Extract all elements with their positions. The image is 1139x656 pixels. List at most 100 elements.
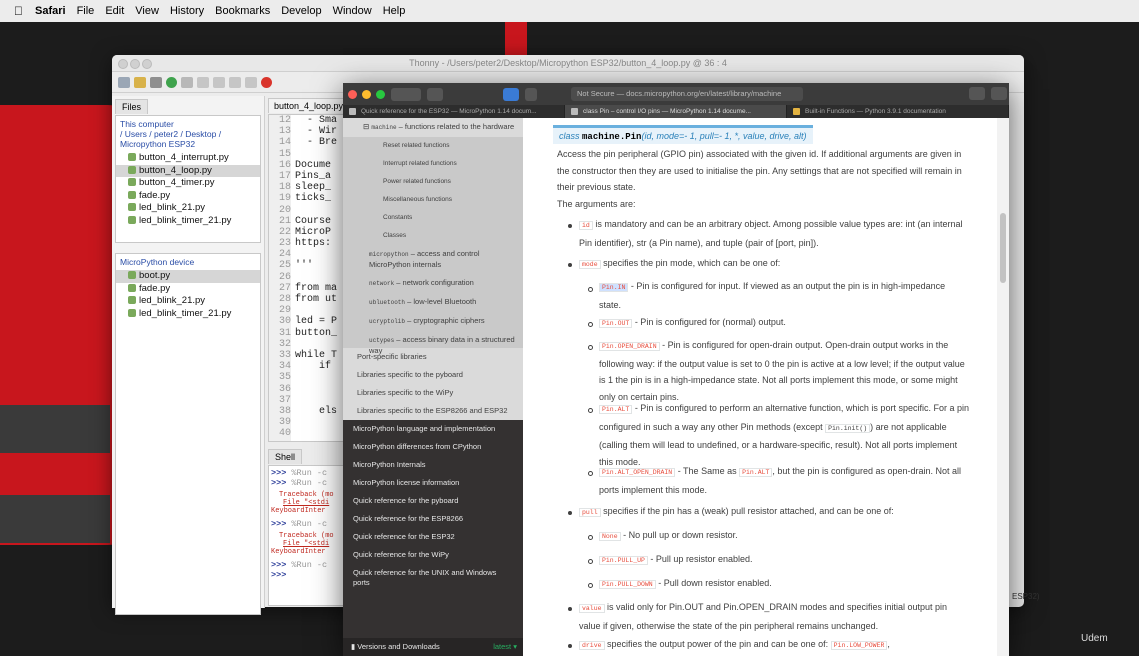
file-item[interactable]: fade.py bbox=[116, 283, 260, 296]
stop-icon[interactable] bbox=[261, 76, 272, 88]
extension-icon[interactable] bbox=[503, 87, 519, 101]
sidebar-expanded-section: ⊟ machine – functions related to the har… bbox=[343, 118, 523, 360]
sidebar-item[interactable]: MicroPython Internals bbox=[343, 456, 523, 474]
version-select[interactable]: latest ▾ bbox=[493, 642, 517, 652]
sidebar-item-classes[interactable]: Classes bbox=[343, 227, 523, 245]
zoom-button[interactable] bbox=[142, 59, 152, 69]
line-number: 24 bbox=[278, 249, 291, 261]
sidebar-item[interactable]: Quick reference for the WiPy bbox=[343, 546, 523, 564]
line-number-gutter: 12 13 14 15 16 17 18 19 20 21 22 23 24 25 26 27 28 29 30 31… bbox=[269, 115, 291, 441]
sidebar-item-machine[interactable]: ⊟ machine – functions related to the har… bbox=[343, 118, 523, 137]
debug-icon[interactable] bbox=[181, 76, 193, 88]
share-icon[interactable] bbox=[969, 87, 985, 100]
sidebar-item-module[interactable]: network – network configuration bbox=[343, 274, 523, 293]
sidebar-item-constants[interactable]: Constants bbox=[343, 209, 523, 227]
apple-icon[interactable]:  bbox=[14, 4, 23, 18]
file-item[interactable]: button_4_interrupt.py bbox=[116, 152, 260, 165]
run-icon[interactable] bbox=[166, 76, 177, 88]
arg-value: value is valid only for Pin.OUT and Pin.… bbox=[579, 602, 948, 631]
close-button[interactable] bbox=[348, 89, 357, 99]
safari-window: Not Secure — docs.micropython.org/en/lat… bbox=[343, 83, 1009, 656]
menu-help[interactable]: Help bbox=[383, 5, 406, 17]
line-number: 29 bbox=[278, 305, 291, 317]
menu-history[interactable]: History bbox=[170, 5, 204, 17]
tabs-overview-icon[interactable] bbox=[991, 87, 1007, 100]
step-out-icon[interactable] bbox=[229, 76, 241, 88]
editor-body[interactable]: 12 13 14 15 16 17 18 19 20 21 22 23 24 25 26 27 28 29 30 31… bbox=[268, 114, 350, 442]
file-item[interactable]: button_4_loop.py bbox=[116, 164, 260, 177]
interpreter-status[interactable]: ESP32) bbox=[1012, 592, 1040, 601]
save-icon[interactable] bbox=[150, 76, 162, 88]
arguments-heading: The arguments are: bbox=[557, 199, 636, 209]
file-item[interactable]: led_blink_21.py bbox=[116, 295, 260, 308]
minimize-button[interactable] bbox=[130, 59, 140, 69]
menu-develop[interactable]: Develop bbox=[281, 5, 321, 17]
code-line: sleep_ bbox=[295, 182, 332, 194]
step-over-icon[interactable] bbox=[197, 76, 209, 88]
sidebar-item-port[interactable]: Libraries specific to the pyboard bbox=[343, 366, 523, 384]
scrollbar-track[interactable] bbox=[997, 118, 1009, 656]
sidebar-item[interactable]: MicroPython language and implementation bbox=[343, 420, 523, 438]
code-text[interactable]: - Sma - Wir - Bre Docume Pins_a sleep_ ticks… bbox=[295, 115, 337, 439]
new-file-icon[interactable] bbox=[118, 76, 130, 88]
sub-bullet bbox=[588, 471, 593, 476]
menu-edit[interactable]: Edit bbox=[105, 5, 124, 17]
sidebar-item-misc[interactable]: Miscellaneous functions bbox=[343, 191, 523, 209]
file-item[interactable]: led_blink_21.py bbox=[116, 202, 260, 215]
code-line: Docume bbox=[295, 159, 332, 171]
file-item[interactable]: fade.py bbox=[116, 190, 260, 203]
sidebar-item-port[interactable]: Libraries specific to the WiPy bbox=[343, 384, 523, 402]
sidebar-item[interactable]: MicroPython differences from CPython bbox=[343, 438, 523, 456]
code-line: - Wir bbox=[295, 126, 338, 138]
bullet bbox=[568, 263, 572, 267]
file-item[interactable]: button_4_timer.py bbox=[116, 177, 260, 190]
bullet bbox=[568, 644, 572, 648]
sidebar-item-reset[interactable]: Reset related functions bbox=[343, 137, 523, 155]
address-bar[interactable]: Not Secure — docs.micropython.org/en/lat… bbox=[571, 87, 803, 101]
sidebar-item[interactable]: Quick reference for the UNIX and Windows… bbox=[343, 564, 523, 592]
background-gray-block bbox=[0, 405, 110, 453]
sidebar-item[interactable]: Quick reference for the ESP32 bbox=[343, 528, 523, 546]
device-header: MicroPython device bbox=[120, 257, 195, 267]
menu-bookmarks[interactable]: Bookmarks bbox=[215, 5, 270, 17]
step-into-icon[interactable] bbox=[213, 76, 225, 88]
resume-icon[interactable] bbox=[245, 76, 257, 88]
sidebar-item-port[interactable]: Libraries specific to the ESP8266 and ES… bbox=[343, 402, 523, 420]
browser-tab-active[interactable]: class Pin – control I/O pins — MicroPyth… bbox=[565, 105, 787, 118]
open-file-icon[interactable] bbox=[134, 76, 146, 88]
sidebar-item-interrupt[interactable]: Interrupt related functions bbox=[343, 155, 523, 173]
menu-window[interactable]: Window bbox=[333, 5, 372, 17]
sidebar-item[interactable]: Quick reference for the pyboard bbox=[343, 492, 523, 510]
close-button[interactable] bbox=[118, 59, 128, 69]
sidebar-item-module[interactable]: ucryptolib – cryptographic ciphers bbox=[343, 312, 523, 331]
minimize-button[interactable] bbox=[362, 89, 371, 99]
sidebar-item-module[interactable]: micropython – access and control MicroPy… bbox=[343, 245, 523, 274]
thonny-title-bar: Thonny - /Users/peter2/Desktop/Micropyth… bbox=[112, 55, 1024, 72]
back-forward-icon[interactable] bbox=[391, 87, 421, 101]
browser-tab[interactable]: Built-in Functions — Python 3.9.1 docume… bbox=[787, 105, 1009, 118]
file-item[interactable]: boot.py bbox=[116, 270, 260, 283]
zoom-button[interactable] bbox=[376, 89, 385, 99]
menu-view[interactable]: View bbox=[135, 5, 159, 17]
sidebar-item-module[interactable]: ubluetooth – low-level Bluetooth bbox=[343, 293, 523, 312]
menu-file[interactable]: File bbox=[77, 5, 95, 17]
shell-tab[interactable]: Shell bbox=[268, 449, 303, 464]
sidebar-item[interactable]: MicroPython license information bbox=[343, 474, 523, 492]
sidebar-icon[interactable] bbox=[427, 87, 443, 101]
mode-open-drain: Pin.OPEN_DRAIN - Pin is configured for o… bbox=[599, 340, 965, 402]
editor-tab[interactable]: button_4_loop.py bbox=[268, 98, 350, 113]
privacy-icon[interactable] bbox=[525, 87, 537, 101]
menu-app-name[interactable]: Safari bbox=[35, 5, 66, 17]
scrollbar-thumb[interactable] bbox=[1000, 213, 1006, 283]
browser-tab[interactable]: Quick reference for the ESP32 — MicroPyt… bbox=[343, 105, 565, 118]
sidebar-item[interactable]: Quick reference for the ESP8266 bbox=[343, 510, 523, 528]
file-item[interactable]: led_blink_timer_21.py bbox=[116, 215, 260, 228]
pull-none: None - No pull up or down resistor. bbox=[599, 527, 738, 546]
sidebar-item-power[interactable]: Power related functions bbox=[343, 173, 523, 191]
versions-bar[interactable]: ▮ Versions and Downloads latest ▾ bbox=[343, 638, 523, 656]
files-tab[interactable]: Files bbox=[115, 99, 149, 114]
file-item[interactable]: led_blink_timer_21.py bbox=[116, 308, 260, 321]
shell-body[interactable]: >>> %Run -c >>> %Run -c Traceback (mo Fi… bbox=[268, 465, 350, 606]
